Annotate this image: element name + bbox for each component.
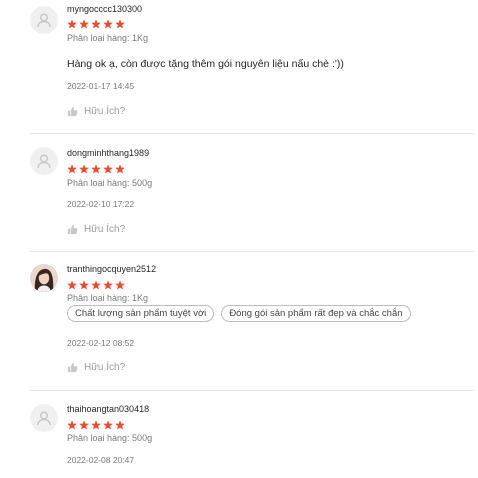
rating-stars [67, 280, 125, 290]
thumbs-up-icon [67, 106, 78, 117]
review-item: tranthingocquyen2512 Phân loại hàng: 1Kg… [0, 252, 478, 392]
review-tag: Chất lượng sản phẩm tuyệt vời [67, 305, 215, 322]
star-icon [79, 420, 89, 430]
star-icon [79, 164, 89, 174]
user-icon [37, 13, 51, 28]
avatar-placeholder[interactable] [30, 404, 58, 432]
user-icon [37, 411, 51, 426]
star-icon [91, 420, 101, 430]
review-item: myngocccc130300 Phân loại hàng: 1Kg Hàng… [0, 0, 478, 134]
star-icon [103, 280, 113, 290]
review-username[interactable]: tranthingocquyen2512 [67, 264, 156, 274]
helpful-label: Hữu Ích? [84, 362, 126, 373]
review-username[interactable]: dongminhthang1989 [67, 148, 149, 158]
user-photo-icon [30, 264, 58, 292]
star-icon [67, 420, 77, 430]
review-comment: Hàng ok ạ, còn được tặng thêm gói nguyên… [67, 58, 344, 70]
review-item: thaihoangtan030418 Phân loại hàng: 500g … [0, 392, 478, 478]
star-icon [91, 164, 101, 174]
avatar-photo[interactable] [30, 264, 58, 292]
review-date: 2022-01-17 14:45 [67, 81, 135, 91]
star-icon [91, 19, 101, 29]
helpful-label: Hữu Ích? [84, 106, 126, 117]
thumbs-up-icon [67, 224, 78, 235]
star-icon [103, 164, 113, 174]
star-icon [115, 19, 125, 29]
rating-stars [67, 19, 125, 29]
star-icon [103, 420, 113, 430]
helpful-button[interactable]: Hữu Ích? [67, 224, 125, 235]
review-username[interactable]: myngocccc130300 [67, 4, 142, 14]
avatar-placeholder[interactable] [30, 147, 58, 175]
rating-stars [67, 164, 125, 174]
star-icon [67, 164, 77, 174]
helpful-button[interactable]: Hữu Ích? [67, 106, 125, 117]
review-date: 2022-02-10 17:22 [67, 199, 135, 209]
rating-stars [67, 420, 125, 430]
divider [30, 390, 474, 391]
thumbs-up-icon [67, 362, 78, 373]
helpful-label: Hữu Ích? [84, 224, 126, 235]
review-date: 2022-02-08 20:47 [67, 455, 135, 465]
review-variation: Phân loại hàng: 1Kg [67, 293, 149, 303]
review-variation: Phân loại hàng: 500g [67, 433, 153, 443]
star-icon [79, 280, 89, 290]
review-variation: Phân loại hàng: 500g [67, 178, 153, 188]
star-icon [115, 420, 125, 430]
star-icon [91, 280, 101, 290]
review-date: 2022-02-12 08:52 [67, 338, 135, 348]
star-icon [67, 280, 77, 290]
helpful-button[interactable]: Hữu Ích? [67, 362, 125, 373]
star-icon [79, 19, 89, 29]
review-username[interactable]: thaihoangtan030418 [67, 404, 149, 414]
user-icon [37, 154, 51, 169]
review-item: dongminhthang1989 Phân loại hàng: 500g 2… [0, 134, 478, 262]
review-tags: Chất lượng sản phẩm tuyệt vời Đóng gói s… [67, 305, 411, 322]
star-icon [115, 280, 125, 290]
star-icon [115, 164, 125, 174]
review-tag: Đóng gói sản phẩm rất đẹp và chắc chắn [221, 305, 411, 322]
star-icon [103, 19, 113, 29]
star-icon [67, 19, 77, 29]
avatar-placeholder[interactable] [30, 6, 58, 34]
review-variation: Phân loại hàng: 1Kg [67, 33, 149, 43]
